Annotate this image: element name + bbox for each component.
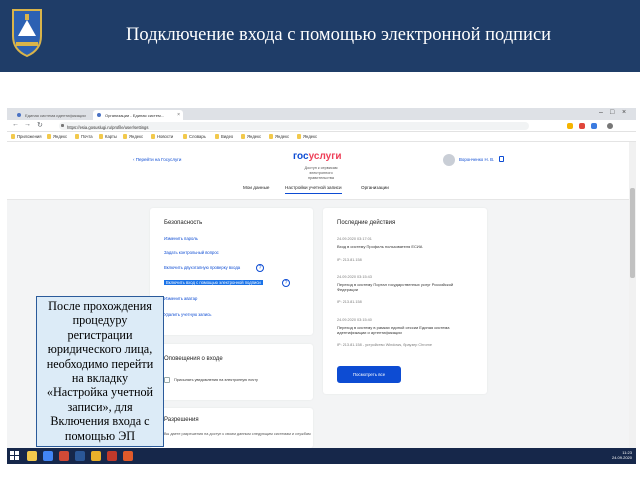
help-icon[interactable]: ? [282,279,290,287]
browser-tab-label: Единая система идентификации [25,113,86,118]
word-icon[interactable] [75,451,85,461]
tab-account-settings[interactable]: Настройки учетной записи [285,185,342,194]
action-ip: IP: 213.81.158 - устройство Windows, бра… [337,343,432,347]
windows-taskbar: 11:23 24.09.2020 [7,448,636,464]
tab-organizations[interactable]: Организации [361,185,389,190]
extension-icon[interactable] [567,123,573,129]
action-text: Переход в систему в рамках единой сессии… [337,325,450,335]
favicon-icon [17,113,21,117]
file-explorer-icon[interactable] [27,451,37,461]
action-date: 24.09.2020 03:17:01 [337,237,372,241]
set-security-question-link[interactable]: Задать контрольный вопрос [164,250,219,255]
close-tab-icon[interactable]: × [177,112,180,118]
app-icon[interactable] [91,451,101,461]
gosuslugi-header: ‹ Перейти на Госуслуги госуслуги Доступ … [7,142,636,200]
action-text: Вход в систему Профиль пользователя ЕСИА [337,244,423,249]
recent-actions-title: Последние действия [337,220,396,226]
bookmark-item[interactable]: Новости [151,134,173,139]
delete-account-link[interactable]: Удалить учетную запись [164,312,211,317]
clock-date: 24.09.2020 [611,455,632,460]
back-arrow-icon[interactable]: ← [12,121,19,128]
email-notify-checkbox[interactable] [164,377,170,383]
lock-icon [61,124,64,127]
bookmark-item[interactable]: Почта [75,134,93,139]
bookmark-item[interactable]: Словарь [183,134,206,139]
logo-part1: гос [293,151,309,162]
action-date: 24.09.2020 03:15:43 [337,275,372,279]
slide-title: Подключение входа с помощью электронной … [126,25,552,45]
close-window-icon[interactable]: × [622,109,626,116]
bookmark-item[interactable]: Видео [215,134,233,139]
notifications-card: Оповещения о входе [150,344,313,400]
app-icon[interactable] [123,451,133,461]
scrollbar-thumb[interactable] [630,188,635,278]
instruction-callout: После прохождения процедуру регистрации … [36,296,164,447]
logout-icon[interactable] [499,156,504,162]
action-text: Переход в систему Портал государственных… [337,282,454,292]
action-ip: IP: 213.81.158 [337,300,362,304]
browser-tab-organizations[interactable]: Организации - Единая систем... × [93,110,183,120]
bookmark-item[interactable]: Яндекс [269,134,289,139]
browser-tab-esia[interactable]: Единая система идентификации [13,110,91,120]
permissions-card: Разрешения Вы даете разрешения на доступ… [150,408,313,448]
browser-tab-label: Организации - Единая систем... [105,113,165,118]
recent-actions-card: Последние действия 24.09.2020 03:17:01 В… [323,208,487,394]
action-ip: IP: 213.81.158 [337,258,362,262]
url-input[interactable] [59,122,529,130]
back-to-gosuslugi-link[interactable]: ‹ Перейти на Госуслуги [133,157,181,162]
security-card: Безопасность Изменить пароль Задать конт… [150,208,313,335]
bookmarks-bar: Приложения Яндекс Почта Карты Яндекс Нов… [7,132,636,142]
permissions-title: Разрешения [164,417,199,423]
profile-icon[interactable] [607,123,613,129]
address-bar-row: ← → ↻ [7,120,636,132]
gosuslugi-logo[interactable]: госуслуги [293,151,342,162]
logo-subtitle: Доступ к сервисам электронного правитель… [304,166,338,180]
view-all-button[interactable]: Посмотреть все [337,366,401,383]
bookmark-item[interactable]: Яндекс [297,134,317,139]
powerpoint-icon[interactable] [59,451,69,461]
action-date: 24.09.2020 03:15:40 [337,318,372,322]
favicon-icon [97,113,101,117]
tab-my-data[interactable]: Мои данные [243,185,269,190]
reload-icon[interactable]: ↻ [37,121,43,129]
bookmark-item[interactable]: Яндекс [241,134,261,139]
extension-icon[interactable] [579,123,585,129]
bookmark-item[interactable]: Яндекс [123,134,143,139]
system-clock[interactable]: 11:23 24.09.2020 [612,450,632,460]
security-title: Безопасность [164,220,203,226]
slide-header: Подключение входа с помощью электронной … [0,0,640,72]
minimize-icon[interactable]: – [599,109,603,116]
permissions-text: Вы даете разрешения на доступ к своим да… [164,432,311,436]
chrome-icon[interactable] [43,451,53,461]
windows-start-icon[interactable] [10,451,20,461]
change-password-link[interactable]: Изменить пароль [164,236,198,241]
extension-icon[interactable] [591,123,597,129]
maximize-icon[interactable]: □ [610,109,614,116]
logo-part2: услуги [308,151,342,162]
enable-two-step-link[interactable]: Включить двухэтапную проверку входа [164,265,240,270]
bookmark-item[interactable]: Яндекс [47,134,67,139]
browser-tab-bar: Единая система идентификации Организации… [7,108,636,120]
bookmark-item[interactable]: Приложения [11,134,42,139]
avatar[interactable] [443,154,455,166]
help-icon[interactable]: ? [256,264,264,272]
user-name[interactable]: Воронченко Н. В. [459,157,494,162]
change-avatar-link[interactable]: Изменить аватар [164,296,197,301]
bookmark-item[interactable]: Карты [99,134,117,139]
notifications-title: Оповещения о входе [164,356,223,362]
enable-signature-login-link[interactable]: Включить вход с помощью электронной подп… [164,280,263,285]
email-notify-label: Присылать уведомления на электронную поч… [174,378,258,382]
pdf-icon[interactable] [107,451,117,461]
forward-arrow-icon[interactable]: → [24,121,31,128]
coat-of-arms-icon [12,9,42,58]
